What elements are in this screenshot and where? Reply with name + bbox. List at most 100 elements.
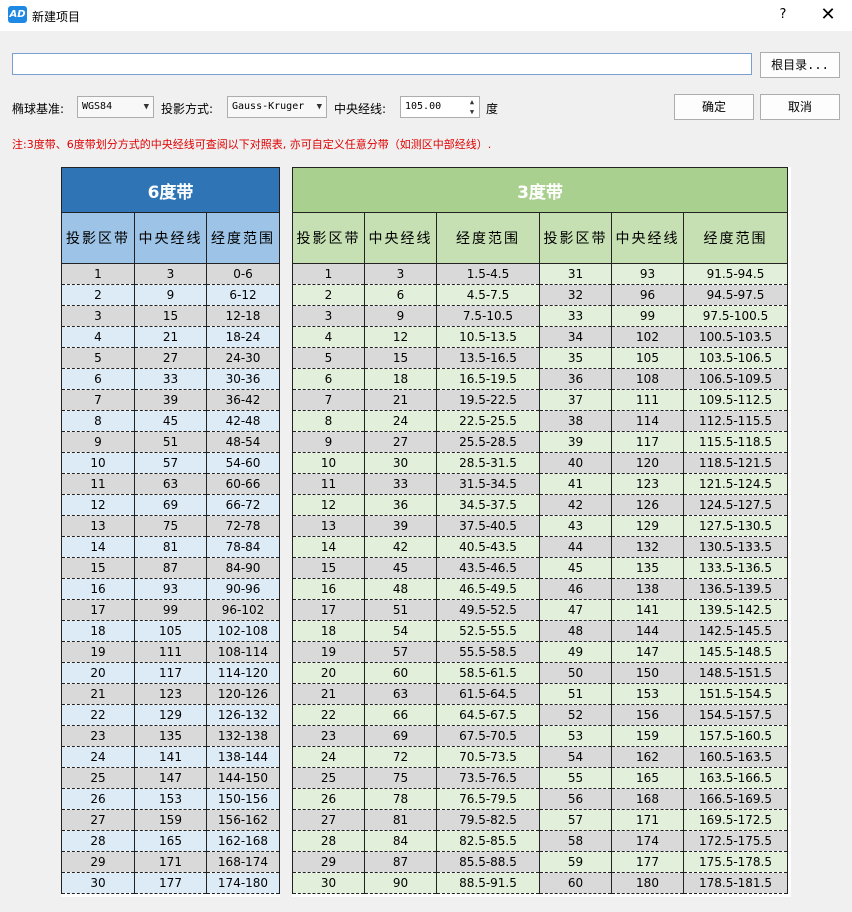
table-cell: 105	[611, 347, 684, 369]
central-meridian-spinbox[interactable]: 105.00 ▲ ▼	[400, 96, 480, 118]
six-degree-table: 6度带 投影区带 中央经线 经度范围 1 3 0-6 2 9 6-12 3 15 12-18 4 2…	[61, 167, 280, 894]
help-button[interactable]: ?	[770, 4, 796, 26]
table-row: 15 87 84-90	[61, 557, 280, 579]
three-header-range-2: 经度范围	[683, 212, 788, 264]
projection-select[interactable]: Gauss-Kruger ▼	[227, 96, 327, 118]
table-cell: 76.5-79.5	[436, 788, 540, 810]
table-cell: 41	[539, 473, 612, 495]
table-cell: 114-120	[206, 662, 280, 684]
ellipsoid-select[interactable]: WGS84 ▼	[77, 96, 154, 118]
table-cell: 24	[364, 410, 437, 432]
table-cell: 20	[61, 662, 135, 684]
table-cell: 26	[61, 788, 135, 810]
table-row: 9 51 48-54	[61, 431, 280, 453]
table-cell: 84	[364, 830, 437, 852]
table-cell: 3	[61, 305, 135, 327]
project-path-input[interactable]	[12, 53, 752, 75]
table-cell: 42-48	[206, 410, 280, 432]
table-cell: 28.5-31.5	[436, 452, 540, 474]
table-cell: 51	[364, 599, 437, 621]
table-cell: 132	[611, 536, 684, 558]
table-cell: 156	[611, 704, 684, 726]
table-row: 11 33 31.5-34.5 41 123 121.5-124.5	[292, 473, 788, 495]
cancel-button[interactable]: 取消	[760, 94, 840, 120]
close-button[interactable]: ✕	[814, 4, 842, 26]
table-cell: 30-36	[206, 368, 280, 390]
table-cell: 16.5-19.5	[436, 368, 540, 390]
table-cell: 139.5-142.5	[683, 599, 788, 621]
table-cell: 180	[611, 872, 684, 894]
browse-root-button[interactable]: 根目录...	[760, 52, 840, 78]
spin-up-icon[interactable]: ▲	[465, 97, 479, 107]
projection-label: 投影方式:	[161, 102, 214, 116]
table-cell: 14	[61, 536, 135, 558]
table-cell: 40.5-43.5	[436, 536, 540, 558]
table-cell: 112.5-115.5	[683, 410, 788, 432]
ok-button[interactable]: 确定	[674, 94, 754, 120]
table-cell: 27	[364, 431, 437, 453]
table-cell: 177	[134, 872, 207, 894]
table-row: 25 147 144-150	[61, 767, 280, 789]
table-cell: 54	[364, 620, 437, 642]
table-row: 9 27 25.5-28.5 39 117 115.5-118.5	[292, 431, 788, 453]
table-row: 14 42 40.5-43.5 44 132 130.5-133.5	[292, 536, 788, 558]
table-cell: 126-132	[206, 704, 280, 726]
table-row: 13 75 72-78	[61, 515, 280, 537]
table-cell: 14	[292, 536, 365, 558]
table-cell: 106.5-109.5	[683, 368, 788, 390]
spin-down-icon[interactable]: ▼	[465, 107, 479, 117]
table-cell: 45	[364, 557, 437, 579]
table-cell: 162	[611, 746, 684, 768]
table-cell: 35	[539, 347, 612, 369]
table-cell: 6-12	[206, 284, 280, 306]
table-cell: 21	[364, 389, 437, 411]
table-cell: 48	[364, 578, 437, 600]
table-cell: 54-60	[206, 452, 280, 474]
table-cell: 96	[611, 284, 684, 306]
table-cell: 55.5-58.5	[436, 641, 540, 663]
ellipsoid-value: WGS84	[82, 101, 113, 112]
table-cell: 11	[61, 473, 135, 495]
table-cell: 64.5-67.5	[436, 704, 540, 726]
table-cell: 0-6	[206, 263, 280, 285]
table-cell: 90	[364, 872, 437, 894]
table-cell: 123	[134, 683, 207, 705]
zone-reference-tables: 6度带 投影区带 中央经线 经度范围 1 3 0-6 2 9 6-12 3 15 12-18 4 2…	[61, 167, 791, 897]
table-cell: 63	[134, 473, 207, 495]
table-row: 24 141 138-144	[61, 746, 280, 768]
table-cell: 22.5-25.5	[436, 410, 540, 432]
table-cell: 132-138	[206, 725, 280, 747]
table-cell: 50	[539, 662, 612, 684]
table-cell: 21	[292, 683, 365, 705]
table-cell: 39	[134, 389, 207, 411]
table-row: 28 84 82.5-85.5 58 174 172.5-175.5	[292, 830, 788, 852]
table-cell: 56	[539, 788, 612, 810]
table-cell: 36-42	[206, 389, 280, 411]
table-cell: 11	[292, 473, 365, 495]
table-cell: 160.5-163.5	[683, 746, 788, 768]
table-row: 18 105 102-108	[61, 620, 280, 642]
table-cell: 108-114	[206, 641, 280, 663]
table-cell: 18	[292, 620, 365, 642]
table-cell: 159	[611, 725, 684, 747]
table-row: 22 129 126-132	[61, 704, 280, 726]
table-cell: 117	[134, 662, 207, 684]
table-cell: 117	[611, 431, 684, 453]
table-cell: 115.5-118.5	[683, 431, 788, 453]
table-cell: 60-66	[206, 473, 280, 495]
table-cell: 171	[134, 851, 207, 873]
app-logo-icon: AD	[8, 6, 27, 23]
table-row: 30 177 174-180	[61, 872, 280, 894]
table-cell: 84-90	[206, 557, 280, 579]
table-cell: 9	[364, 305, 437, 327]
table-cell: 24	[61, 746, 135, 768]
table-cell: 61.5-64.5	[436, 683, 540, 705]
table-cell: 3	[292, 305, 365, 327]
table-cell: 168	[611, 788, 684, 810]
table-cell: 12	[61, 494, 135, 516]
table-cell: 141	[134, 746, 207, 768]
table-cell: 21	[61, 683, 135, 705]
table-row: 15 45 43.5-46.5 45 135 133.5-136.5	[292, 557, 788, 579]
table-row: 2 9 6-12	[61, 284, 280, 306]
table-divider	[280, 167, 292, 897]
